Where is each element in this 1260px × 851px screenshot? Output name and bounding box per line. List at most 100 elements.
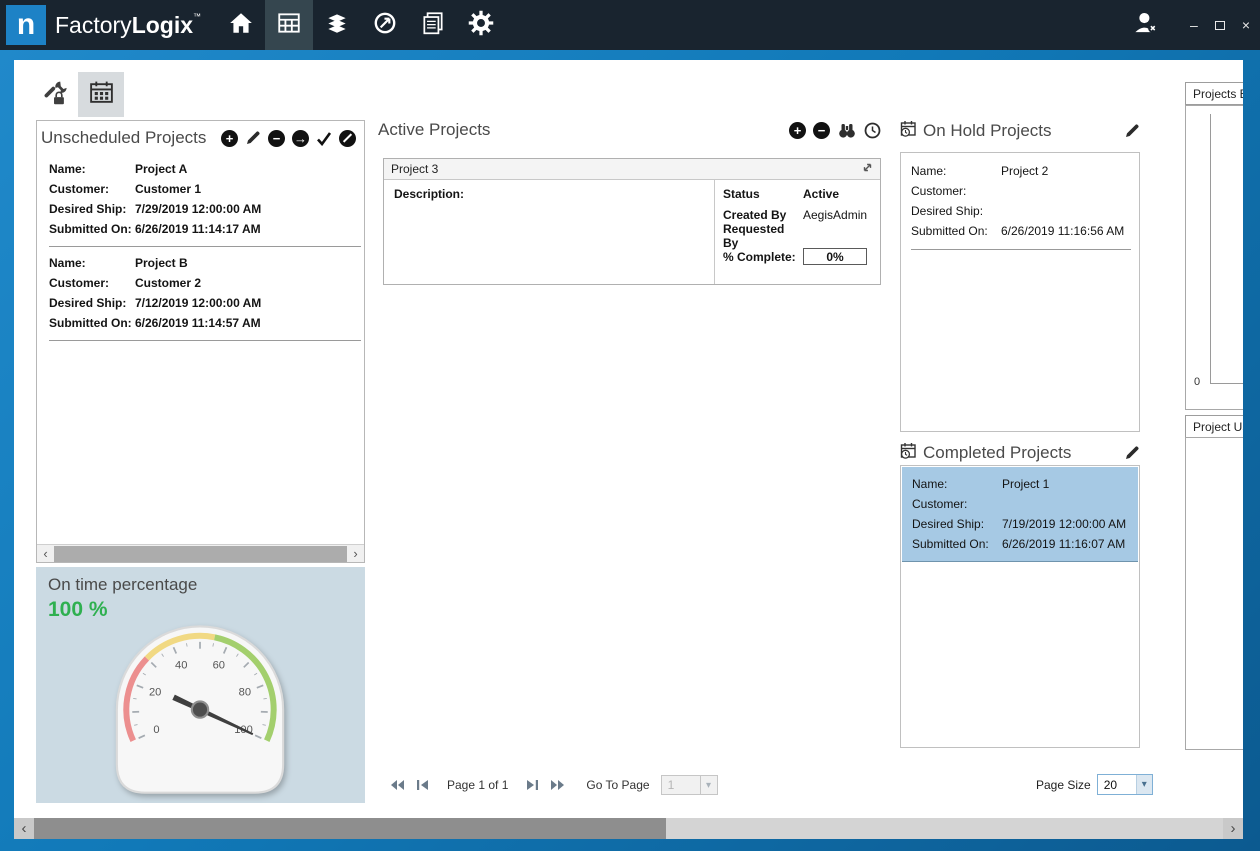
- unscheduled-project-item[interactable]: Name:Project B Customer:Customer 2 Desir…: [37, 247, 364, 333]
- customer-label: Customer:: [49, 179, 135, 199]
- gauge-hub: [192, 701, 208, 717]
- submitted-on-label: Submitted On:: [49, 313, 135, 333]
- nav-item-materials[interactable]: [313, 0, 361, 50]
- next-page-icon[interactable]: [525, 779, 539, 791]
- brand-logix: Logix: [132, 12, 193, 38]
- created-by-label: Created By: [723, 208, 803, 222]
- project-desired-ship: 7/12/2019 12:00:00 AM: [135, 293, 261, 313]
- go-to-page-dropdown-icon[interactable]: ▾: [701, 775, 718, 795]
- calendar-clock-icon: [900, 120, 917, 142]
- scroll-left-icon[interactable]: ‹: [37, 545, 54, 562]
- window-controls: – ×: [1132, 0, 1250, 50]
- project-desired-ship: 7/29/2019 12:00:00 AM: [135, 199, 261, 219]
- scroll-right-icon[interactable]: ›: [347, 545, 364, 562]
- page-size-value: 20: [1098, 775, 1136, 794]
- previous-page-icon[interactable]: [416, 779, 430, 791]
- edit-completed-icon[interactable]: [1124, 445, 1140, 461]
- chart-axes: [1210, 114, 1243, 384]
- tab-scheduling-board[interactable]: [78, 72, 124, 117]
- scheduling-icon: [276, 10, 302, 41]
- add-active-icon[interactable]: +: [789, 122, 806, 139]
- project-submitted-on: 6/26/2019 11:14:57 AM: [135, 313, 261, 333]
- tab-tools[interactable]: [30, 72, 76, 117]
- edit-on-hold-icon[interactable]: [1124, 123, 1140, 139]
- history-clock-icon[interactable]: [864, 122, 881, 139]
- nav-item-home[interactable]: [217, 0, 265, 50]
- nav-item-production[interactable]: [361, 0, 409, 50]
- cancel-icon[interactable]: [339, 130, 356, 147]
- created-by-value: AegisAdmin: [803, 208, 867, 222]
- gauge-title: On time percentage: [48, 575, 353, 595]
- pagination-bar: Page 1 of 1 Go To Page 1 ▾: [390, 774, 718, 796]
- project-submitted-on: 6/26/2019 11:14:17 AM: [135, 219, 261, 239]
- add-project-icon[interactable]: +: [221, 130, 238, 147]
- scrollbar-thumb[interactable]: [54, 546, 347, 562]
- minimize-button[interactable]: –: [1190, 18, 1198, 32]
- project-name: Project 1: [1002, 474, 1049, 494]
- on-time-gauge-panel: On time percentage 100 % 0 20 40 60 80 1…: [36, 567, 365, 803]
- expand-card-icon[interactable]: [862, 162, 873, 176]
- scroll-right-icon[interactable]: ›: [1223, 818, 1243, 839]
- last-page-icon[interactable]: [550, 779, 565, 791]
- project-customer: Customer 1: [135, 179, 201, 199]
- brand-tm: ™: [193, 12, 201, 21]
- customer-label: Customer:: [49, 273, 135, 293]
- scroll-left-icon[interactable]: ‹: [14, 818, 34, 839]
- page-size-select[interactable]: 20 ▾: [1097, 774, 1153, 795]
- completed-list: Name:Project 1 Customer: Desired Ship:7/…: [900, 465, 1140, 748]
- materials-icon: [324, 10, 350, 41]
- main-hscrollbar[interactable]: ‹ ›: [14, 818, 1243, 839]
- unscheduled-projects-title: Unscheduled Projects: [41, 128, 221, 148]
- desired-ship-label: Desired Ship:: [49, 293, 135, 313]
- right-side-panels: Projects B 0 Project Us: [1185, 60, 1243, 818]
- percent-complete-label: % Complete:: [723, 250, 803, 264]
- on-hold-header: On Hold Projects: [900, 120, 1140, 142]
- on-hold-project-item[interactable]: Name:Project 2 Customer: Desired Ship: S…: [901, 153, 1139, 241]
- status-value: Active: [803, 187, 839, 201]
- on-hold-title: On Hold Projects: [923, 121, 1118, 141]
- submitted-on-label: Submitted On:: [912, 534, 1002, 554]
- unscheduled-toolbar: + − →: [221, 130, 356, 147]
- page-size-label: Page Size: [1036, 778, 1091, 792]
- search-binoculars-icon[interactable]: [837, 122, 857, 139]
- close-button[interactable]: ×: [1242, 18, 1250, 32]
- percent-complete-value: 0%: [803, 248, 867, 265]
- remove-project-icon[interactable]: −: [268, 130, 285, 147]
- nav-item-settings[interactable]: [457, 0, 505, 50]
- gauge-tick-20: 20: [149, 686, 161, 698]
- unscheduled-project-item[interactable]: Name:Project A Customer:Customer 1 Desir…: [37, 153, 364, 239]
- unscheduled-hscrollbar[interactable]: ‹ ›: [37, 544, 364, 562]
- project-submitted-on: 6/26/2019 11:16:56 AM: [1001, 221, 1124, 241]
- brand-title: FactoryLogix™: [55, 12, 201, 39]
- go-to-page-label: Go To Page: [586, 778, 649, 792]
- move-project-icon[interactable]: →: [292, 130, 309, 147]
- gauge-tick-80: 80: [239, 686, 251, 698]
- edit-project-icon[interactable]: [245, 130, 261, 146]
- confirm-icon[interactable]: [316, 131, 332, 146]
- active-projects-header: Active Projects + −: [378, 120, 881, 140]
- settings-icon: [467, 9, 495, 42]
- go-to-page-input[interactable]: 1: [661, 775, 701, 795]
- user-logout-icon[interactable]: [1132, 9, 1159, 41]
- submitted-on-label: Submitted On:: [911, 221, 1001, 241]
- remove-active-icon[interactable]: −: [813, 122, 830, 139]
- nav-item-reports[interactable]: [409, 0, 457, 50]
- name-label: Name:: [912, 474, 1002, 494]
- scrollbar-thumb[interactable]: [34, 818, 666, 839]
- active-project-card[interactable]: Project 3 Description: Status Active Cre…: [383, 158, 881, 285]
- chart-axis-zero: 0: [1194, 376, 1200, 388]
- brand-factory: Factory: [55, 12, 132, 38]
- divider: [911, 249, 1131, 250]
- page-size-control: Page Size 20 ▾: [1036, 774, 1153, 795]
- completed-project-item-selected[interactable]: Name:Project 1 Customer: Desired Ship:7/…: [902, 467, 1138, 562]
- submitted-on-label: Submitted On:: [49, 219, 135, 239]
- nav-item-scheduling[interactable]: [265, 0, 313, 50]
- card-description-label: Description:: [384, 180, 714, 284]
- production-icon: [372, 10, 398, 41]
- app-logo: n: [6, 5, 46, 45]
- desired-ship-label: Desired Ship:: [912, 514, 1002, 534]
- first-page-icon[interactable]: [390, 779, 405, 791]
- maximize-button[interactable]: [1215, 21, 1225, 30]
- projects-b-panel-title: Projects B: [1185, 82, 1243, 105]
- scheduling-workspace: Unscheduled Projects + − → Name:Project …: [14, 60, 1243, 818]
